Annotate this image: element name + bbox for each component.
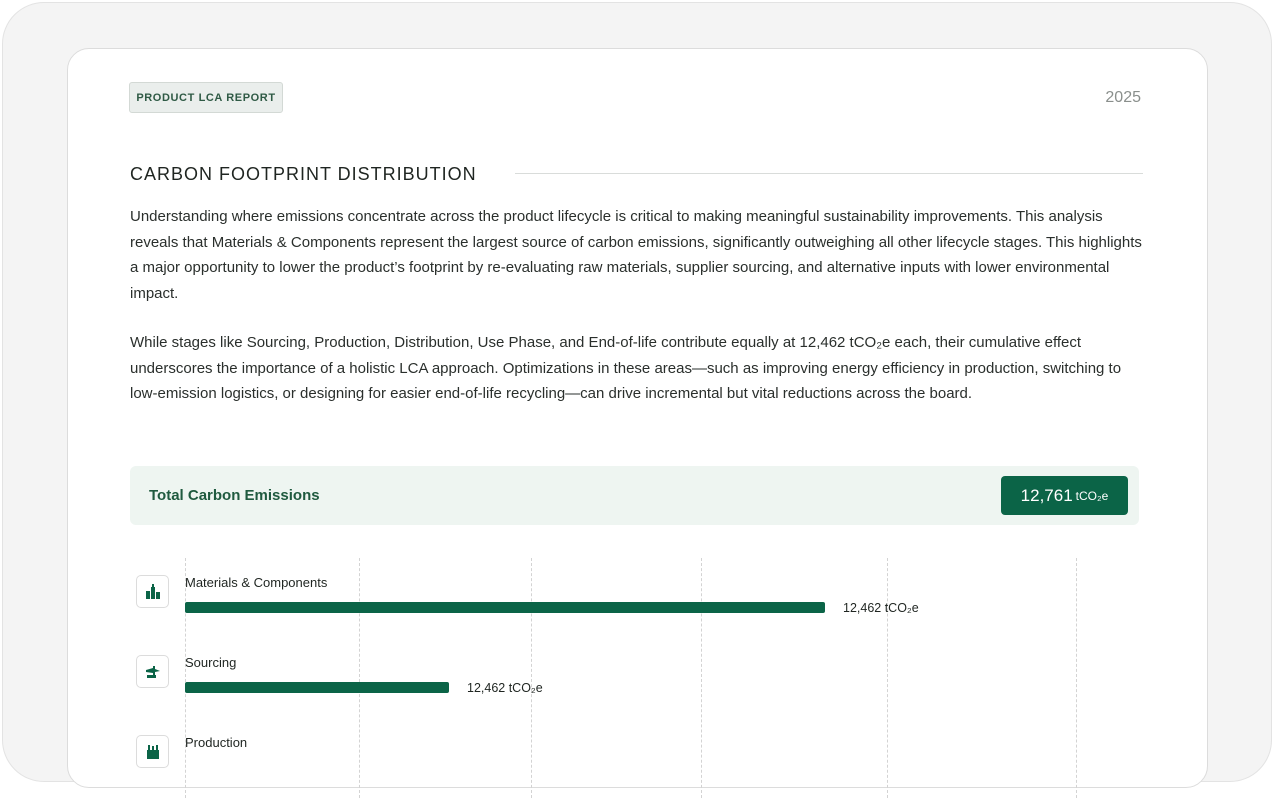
bar-category-label: Materials & Components xyxy=(185,575,328,590)
factory-icon xyxy=(136,575,169,608)
report-card: PRODUCT LCA REPORT 2025 CARBON FOOTPRINT… xyxy=(67,48,1208,798)
chart-gridline xyxy=(185,558,186,798)
chart-gridline xyxy=(1076,558,1077,798)
detail-paragraph: While stages like Sourcing, Production, … xyxy=(130,334,1122,402)
emissions-bar xyxy=(185,682,449,693)
title-divider xyxy=(515,173,1143,174)
section-title: CARBON FOOTPRINT DISTRIBUTION xyxy=(130,164,477,184)
bar-value-label: 12,462 tCO₂e xyxy=(467,681,543,695)
total-emissions-number: 12,761 xyxy=(1020,485,1073,505)
chart-gridline xyxy=(359,558,360,798)
intro-paragraph: Understanding where emissions concentrat… xyxy=(130,208,1142,302)
total-emissions-panel: Total Carbon Emissions 12,761 tCO₂e xyxy=(130,466,1139,525)
production-icon xyxy=(136,735,169,768)
plane-truck-icon xyxy=(136,655,169,688)
bar-value-label: 12,462 tCO₂e xyxy=(843,601,919,615)
chart-gridline xyxy=(887,558,888,798)
total-emissions-label: Total Carbon Emissions xyxy=(149,487,320,504)
total-emissions-unit: tCO₂e xyxy=(1075,488,1109,503)
chart-gridline xyxy=(531,558,532,798)
bar-category-label: Sourcing xyxy=(185,655,237,670)
bar-category-label: Production xyxy=(185,735,248,750)
report-type-badge: PRODUCT LCA REPORT xyxy=(129,82,283,113)
report-year: 2025 xyxy=(1105,89,1141,106)
total-emissions-value: 12,761 tCO₂e xyxy=(1001,476,1128,515)
emissions-bar xyxy=(185,602,825,613)
chart-gridline xyxy=(701,558,702,798)
